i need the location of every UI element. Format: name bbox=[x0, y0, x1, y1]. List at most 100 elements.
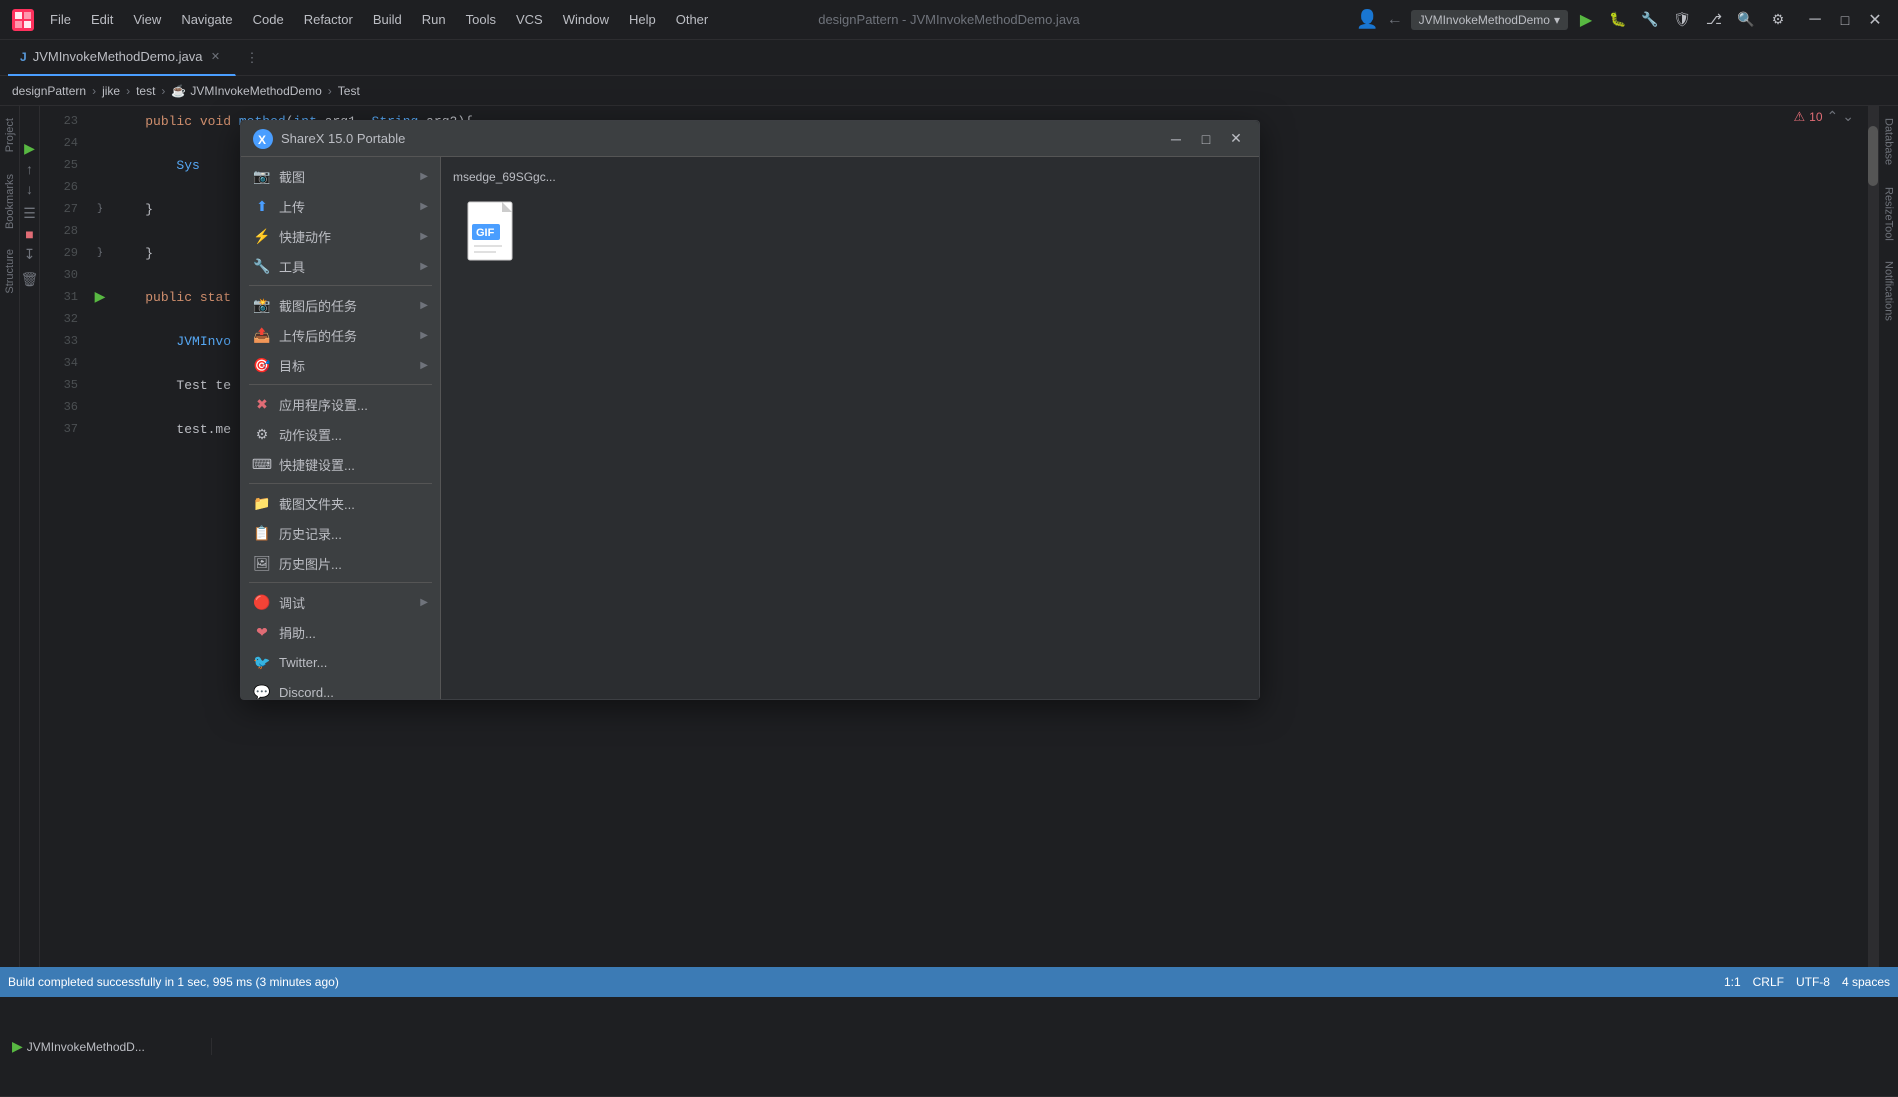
dialog-file-area: msedge_69SGgc... GIF bbox=[441, 157, 1259, 699]
menu-view[interactable]: View bbox=[125, 9, 169, 30]
breadcrumb-test[interactable]: test bbox=[136, 84, 155, 98]
dialog-body: 📷 截图 ▶ ⬆ 上传 ▶ ⚡ 快捷动作 ▶ 🔧 工具 ▶ bbox=[241, 157, 1259, 699]
maximize-button[interactable]: □ bbox=[1834, 9, 1856, 31]
account-icon[interactable]: 👤 bbox=[1356, 9, 1378, 30]
bookmarks-tab-vertical[interactable]: Bookmarks bbox=[1, 164, 19, 239]
menu-vcs[interactable]: VCS bbox=[508, 9, 551, 30]
dialog-close-button[interactable]: ✕ bbox=[1225, 128, 1247, 150]
cursor-position[interactable]: 1:1 bbox=[1724, 975, 1741, 989]
menu-tools[interactable]: Tools bbox=[458, 9, 504, 30]
down-arrow-button[interactable]: ↓ bbox=[26, 181, 33, 197]
capture-folder-icon: 📁 bbox=[253, 494, 271, 512]
svg-text:X: X bbox=[258, 133, 266, 147]
ctx-app-settings[interactable]: ✖ 应用程序设置... bbox=[241, 389, 440, 419]
app-settings-icon: ✖ bbox=[253, 395, 271, 413]
window-title: designPattern - JVMInvokeMethodDemo.java bbox=[818, 12, 1080, 27]
title-bar: File Edit View Navigate Code Refactor Bu… bbox=[0, 0, 1898, 40]
expand-errors-button[interactable]: ⌃ bbox=[1827, 108, 1839, 125]
breadcrumb-jike[interactable]: jike bbox=[102, 84, 120, 98]
editor-tab-active[interactable]: J JVMInvokeMethodDemo.java ✕ bbox=[8, 40, 236, 76]
git-icon[interactable]: ⎇ bbox=[1700, 6, 1728, 34]
tab-close-button[interactable]: ✕ bbox=[209, 50, 223, 64]
ctx-screenshot[interactable]: 📷 截图 ▶ bbox=[241, 161, 440, 191]
ctx-task-settings[interactable]: ⚙ 动作设置... bbox=[241, 419, 440, 449]
run-panel-icon: ▶ bbox=[12, 1038, 23, 1055]
debug-submenu-arrow: ▶ bbox=[420, 597, 428, 608]
svg-text:GIF: GIF bbox=[476, 227, 495, 239]
search-icon[interactable]: 🔍 bbox=[1732, 6, 1760, 34]
close-button[interactable]: ✕ bbox=[1864, 9, 1886, 31]
ctx-tools[interactable]: 🔧 工具 ▶ bbox=[241, 251, 440, 281]
file-name-label: msedge_69SGgc... bbox=[453, 170, 556, 184]
menu-window[interactable]: Window bbox=[555, 9, 617, 30]
menu-help[interactable]: Help bbox=[621, 9, 664, 30]
ctx-image-history[interactable]: 🖼 历史图片... bbox=[241, 548, 440, 578]
ctx-history[interactable]: 📋 历史记录... bbox=[241, 518, 440, 548]
line-28-num: 28 bbox=[40, 224, 90, 238]
line-36-num: 36 bbox=[40, 400, 90, 414]
ctx-discord[interactable]: 💬 Discord... bbox=[241, 677, 440, 699]
run-gutter-button[interactable]: ▶ bbox=[24, 140, 35, 157]
delete-button[interactable]: 🗑 bbox=[21, 271, 39, 288]
discord-icon: 💬 bbox=[253, 683, 271, 699]
menu-refactor[interactable]: Refactor bbox=[296, 9, 361, 30]
dialog-maximize-button[interactable]: □ bbox=[1195, 128, 1217, 150]
debug-button[interactable]: 🐛 bbox=[1604, 6, 1632, 34]
collapse-errors-button[interactable]: ⌄ bbox=[1842, 108, 1854, 125]
tab-label: JVMInvokeMethodDemo.java bbox=[33, 49, 203, 64]
ctx-donate-label: 捐助... bbox=[279, 623, 428, 642]
project-tab-vertical[interactable]: Project bbox=[1, 106, 19, 164]
run-config-selector[interactable]: JVMInvokeMethodDemo ▾ bbox=[1411, 10, 1568, 30]
ctx-debug[interactable]: 🔴 调试 ▶ bbox=[241, 587, 440, 617]
breadcrumb-class[interactable]: JVMInvokeMethodDemo bbox=[190, 84, 321, 98]
database-tab-vertical[interactable]: Database bbox=[1880, 106, 1898, 177]
export-button[interactable]: ↧ bbox=[24, 246, 36, 263]
ctx-destination-label: 目标 bbox=[279, 356, 412, 375]
run-button[interactable]: ▶ bbox=[1572, 6, 1600, 34]
ctx-after-upload[interactable]: 📤 上传后的任务 ▶ bbox=[241, 320, 440, 350]
vertical-scrollbar-thumb[interactable] bbox=[1868, 126, 1878, 186]
ctx-upload[interactable]: ⬆ 上传 ▶ bbox=[241, 191, 440, 221]
line-ending[interactable]: CRLF bbox=[1753, 975, 1784, 989]
menu-file[interactable]: File bbox=[42, 9, 79, 30]
vertical-scrollbar-track[interactable] bbox=[1868, 106, 1878, 967]
tools-icon: 🔧 bbox=[253, 257, 271, 275]
menu-navigate[interactable]: Navigate bbox=[173, 9, 240, 30]
upload-icon: ⬆ bbox=[253, 197, 271, 215]
indent-setting[interactable]: 4 spaces bbox=[1842, 975, 1890, 989]
tab-more-options[interactable]: ⋮ bbox=[240, 50, 265, 66]
notifications-tab-vertical[interactable]: Notifications bbox=[1880, 251, 1898, 331]
ctx-donate[interactable]: ❤ 捐助... bbox=[241, 617, 440, 647]
ctx-after-capture[interactable]: 📸 截图后的任务 ▶ bbox=[241, 290, 440, 320]
encoding[interactable]: UTF-8 bbox=[1796, 975, 1830, 989]
menu-code[interactable]: Code bbox=[245, 9, 292, 30]
ctx-destination[interactable]: 🎯 目标 ▶ bbox=[241, 350, 440, 380]
menu-edit[interactable]: Edit bbox=[83, 9, 121, 30]
ctx-sep-3 bbox=[249, 483, 432, 484]
line-31-num: 31 bbox=[40, 290, 90, 304]
resizetool-tab-vertical[interactable]: ResizeTool bbox=[1880, 177, 1898, 251]
menu-other[interactable]: Other bbox=[668, 9, 717, 30]
gif-file-item[interactable]: GIF bbox=[453, 192, 533, 272]
settings-icon[interactable]: ⚙ bbox=[1764, 6, 1792, 34]
structure-tab-vertical[interactable]: Structure bbox=[1, 239, 19, 304]
dialog-minimize-button[interactable]: ─ bbox=[1165, 128, 1187, 150]
stop-button[interactable]: ■ bbox=[25, 226, 33, 242]
back-icon[interactable]: ← bbox=[1387, 11, 1403, 29]
right-sidebar-strip: Database ResizeTool Notifications bbox=[1878, 106, 1898, 967]
breadcrumb-design-pattern[interactable]: designPattern bbox=[12, 84, 86, 98]
coverage-button[interactable]: 🛡 bbox=[1668, 6, 1696, 34]
ctx-hotkey-settings[interactable]: ⌨ 快捷键设置... bbox=[241, 449, 440, 479]
profile-button[interactable]: 🔧 bbox=[1636, 6, 1664, 34]
indent-button[interactable]: ☰ bbox=[23, 205, 36, 222]
line-30-num: 30 bbox=[40, 268, 90, 282]
menu-run[interactable]: Run bbox=[414, 9, 454, 30]
ctx-twitter[interactable]: 🐦 Twitter... bbox=[241, 647, 440, 677]
breadcrumb-method[interactable]: Test bbox=[338, 84, 360, 98]
ctx-capture-folder[interactable]: 📁 截图文件夹... bbox=[241, 488, 440, 518]
ctx-quick-action[interactable]: ⚡ 快捷动作 ▶ bbox=[241, 221, 440, 251]
minimize-button[interactable]: ─ bbox=[1804, 9, 1826, 31]
tools-submenu-arrow: ▶ bbox=[420, 261, 428, 272]
up-arrow-button[interactable]: ↑ bbox=[26, 161, 33, 177]
menu-build[interactable]: Build bbox=[365, 9, 410, 30]
